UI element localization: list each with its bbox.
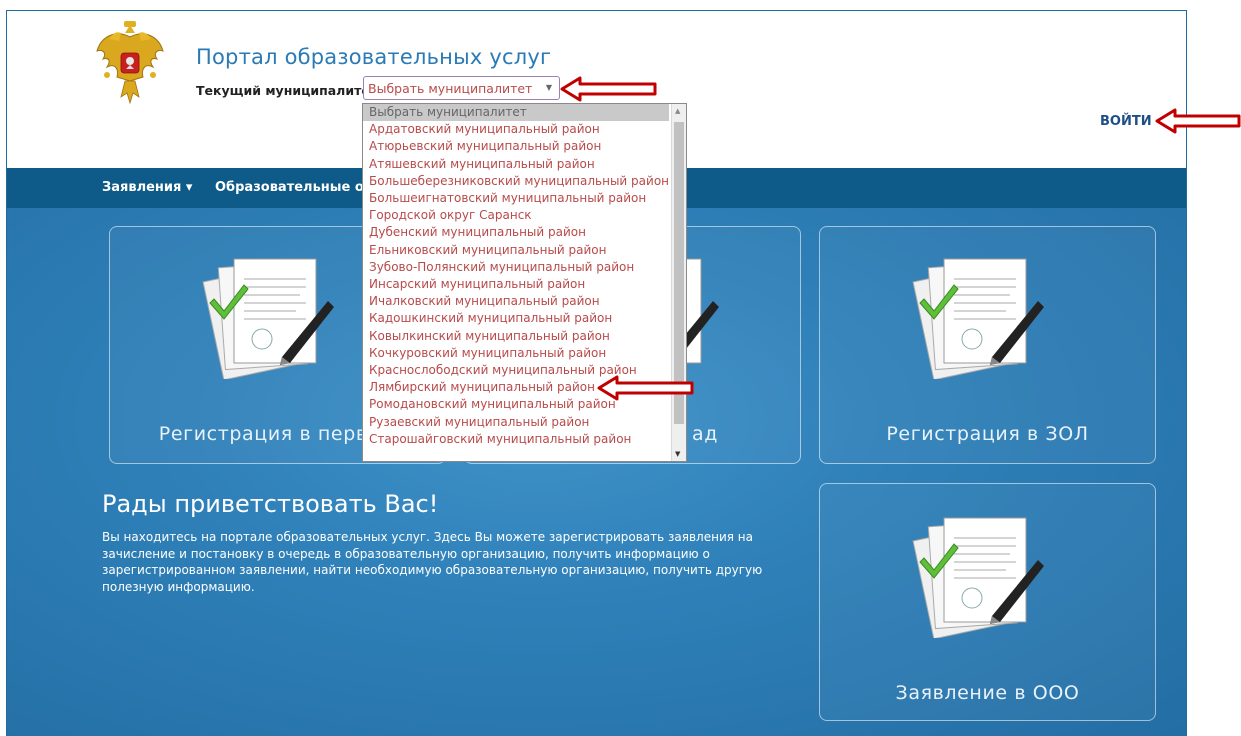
dropdown-option[interactable]: Кадошкинский муниципальный район [369,310,612,327]
scroll-up-icon[interactable]: ▲ [675,107,680,115]
document-signature-icon [912,517,1044,638]
tile-label: Заявление в ООО [895,682,1080,704]
nav-item-educational-orgs[interactable]: Образовательные ор [215,180,373,195]
dropdown-option[interactable]: Зубово-Полянский муниципальный район [369,259,634,276]
scroll-down-icon[interactable]: ▼ [675,450,680,458]
red-arrow-icon [1155,108,1241,134]
dropdown-option[interactable]: Старошайговский муниципальный район [369,431,631,448]
document-signature-icon [912,258,1044,379]
dropdown-option[interactable]: Большеберезниковский муниципальный район [369,173,669,190]
red-arrow-icon [560,76,657,102]
login-link[interactable]: ВОЙТИ [1100,114,1152,129]
portal-title: Портал образовательных услуг [196,45,552,69]
nav-item-applications[interactable]: Заявления ▾ [102,180,192,195]
page-frame: Портал образовательных услуг Текущий мун… [6,10,1187,736]
dropdown-option[interactable]: Большеигнатовский муниципальный район [369,190,646,207]
dropdown-option[interactable]: Атюрьевский муниципальный район [369,138,601,155]
scrollbar[interactable]: ▲ ▼ [671,104,686,461]
dropdown-option[interactable]: Выбрать муниципалитет [369,104,527,121]
chevron-down-icon: ▼ [545,83,552,92]
document-signature-icon [202,258,334,379]
municipality-select-value: Выбрать муниципалитет [368,81,533,96]
dropdown-option[interactable]: Инсарский муниципальный район [369,276,585,293]
municipality-select[interactable]: Выбрать муниципалитет ▼ [363,76,560,100]
dropdown-option[interactable]: Рузаевский муниципальный район [369,414,589,431]
welcome-text: Вы находитесь на портале образовательных… [102,530,763,594]
dropdown-option[interactable]: Дубенский муниципальный район [369,224,586,241]
dropdown-option[interactable]: Ковылкинский муниципальный район [369,328,610,345]
dropdown-option[interactable]: Кочкуровский муниципальный район [369,345,606,362]
dropdown-option[interactable]: Атяшевский муниципальный район [369,156,595,173]
dropdown-option[interactable]: Городской округ Саранск [369,207,532,224]
dropdown-option[interactable]: Ельниковский муниципальный район [369,242,607,259]
coat-of-arms-icon [96,21,164,105]
welcome-title: Рады приветствовать Вас! [102,490,439,518]
tile-label: Регистрация в ЗОЛ [886,423,1089,445]
dropdown-option[interactable]: Ичалковский муниципальный район [369,293,600,310]
dropdown-option[interactable]: Ардатовский муниципальный район [369,121,600,138]
municipality-dropdown-list[interactable]: Выбрать муниципалитет Ардатовский муницип… [362,103,687,462]
red-arrow-icon [597,375,694,401]
dropdown-option[interactable]: Ромодановский муниципальный район [369,396,616,413]
municipality-label: Текущий муниципалитет: [196,83,383,98]
tile-zol-registration[interactable]: Регистрация в ЗОЛ [819,226,1156,464]
tile-ooo-application[interactable]: Заявление в ООО [819,483,1156,721]
dropdown-option[interactable]: Лямбирский муниципальный район [369,379,595,396]
